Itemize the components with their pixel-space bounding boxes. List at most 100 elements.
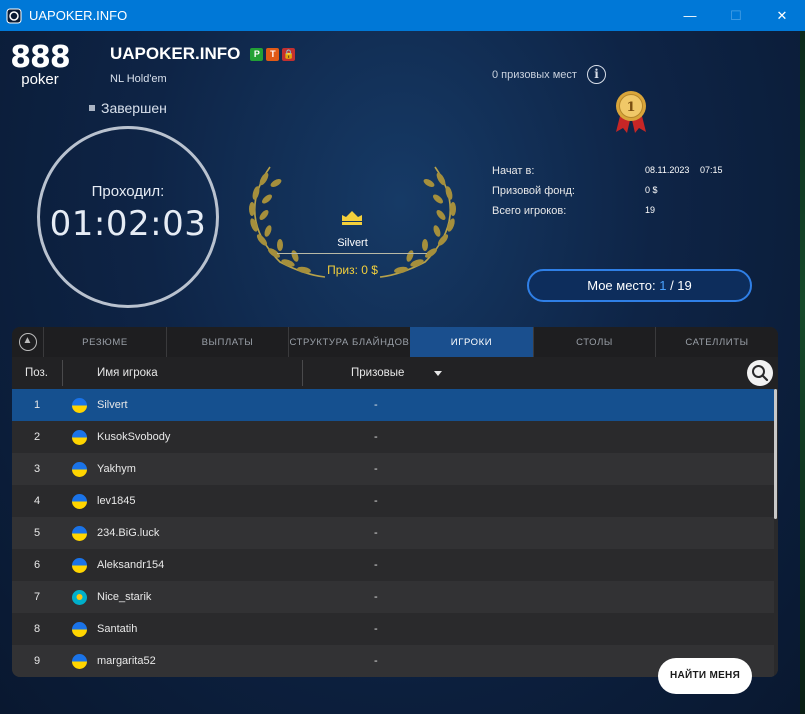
tournament-name: UAPOKER.INFO <box>110 44 241 63</box>
prize-places: 0 призовых мест <box>492 69 577 81</box>
header-player-name[interactable]: Имя игрока <box>97 367 158 379</box>
info-icon[interactable]: i <box>587 65 606 84</box>
find-me-button[interactable]: НАЙТИ МЕНЯ <box>658 658 752 694</box>
row-player-name: Silvert <box>97 399 128 411</box>
my-place-total: 19 <box>677 278 692 293</box>
ukraine-flag-icon <box>72 558 87 573</box>
first-place-medal-icon: 1 <box>616 91 646 133</box>
lock-badge-icon: 🔒 <box>282 47 296 61</box>
my-place-label: Мое место: <box>587 278 656 293</box>
table-row[interactable]: 8 Santatih - <box>12 613 774 645</box>
row-player-name: KusokSvobody <box>97 431 171 443</box>
table-row[interactable]: 1 Silvert - <box>12 389 774 421</box>
row-player-name: 234.BiG.luck <box>97 527 160 539</box>
tab-payouts[interactable]: ВЫПЛАТЫ <box>166 327 288 357</box>
clock-time: 01:02:03 <box>49 204 207 244</box>
row-player-name: Nice_starik <box>97 591 152 603</box>
ukraine-flag-icon <box>72 430 87 445</box>
close-button[interactable]: ✕ <box>759 0 805 31</box>
row-prize: - <box>374 559 378 571</box>
maximize-button[interactable]: ☐ <box>713 0 759 31</box>
status-square-icon <box>89 105 95 111</box>
888poker-logo: 888 poker <box>10 40 71 88</box>
tournament-stats: Начат в: 08.11.2023 07:15 Призовой фонд:… <box>492 165 742 225</box>
ukraine-flag-icon <box>72 622 87 637</box>
scrollbar[interactable] <box>774 389 778 677</box>
row-player-name: Yakhym <box>97 463 136 475</box>
table-row[interactable]: 6 Aleksandr154 - <box>12 549 774 581</box>
header-prize[interactable]: Призовые <box>351 367 404 379</box>
row-prize: - <box>374 463 378 475</box>
tab-satellites[interactable]: САТЕЛЛИТЫ <box>655 327 778 357</box>
started-time: 07:15 <box>700 165 723 175</box>
tab-players[interactable]: ИГРОКИ <box>410 327 533 357</box>
window-title: UAPOKER.INFO <box>29 8 128 23</box>
total-players-label: Всего игроков: <box>492 205 567 217</box>
row-position: 2 <box>33 431 41 443</box>
search-button[interactable] <box>747 360 773 386</box>
row-prize: - <box>374 495 378 507</box>
row-prize: - <box>374 591 378 603</box>
header-divider <box>302 360 303 386</box>
tab-summary[interactable]: РЕЗЮМЕ <box>43 327 166 357</box>
my-place-button[interactable]: Мое место: 1 / 19 <box>527 269 752 302</box>
tab-bar: ▲ РЕЗЮМЕ ВЫПЛАТЫ СТРУКТУРА БЛАЙНДОВ ИГРО… <box>12 327 778 357</box>
row-position: 8 <box>33 623 41 635</box>
minimize-button[interactable]: — <box>667 0 713 31</box>
collapse-button[interactable]: ▲ <box>12 327 43 357</box>
tab-tables[interactable]: СТОЛЫ <box>533 327 655 357</box>
row-player-name: margarita52 <box>97 655 156 667</box>
winner-block: Silvert Приз: 0 $ <box>240 157 465 282</box>
row-position: 7 <box>33 591 41 603</box>
row-prize: - <box>374 399 378 411</box>
tournament-lobby: 888 poker UAPOKER.INFO P T 🔒 NL Hold'em … <box>0 31 800 714</box>
chevron-up-icon: ▲ <box>18 333 37 351</box>
row-position: 4 <box>33 495 41 507</box>
row-prize: - <box>374 431 378 443</box>
started-label: Начат в: <box>492 165 535 177</box>
table-row[interactable]: 4 lev1845 - <box>12 485 774 517</box>
ukraine-flag-icon <box>72 526 87 541</box>
table-row[interactable]: 2 KusokSvobody - <box>12 421 774 453</box>
table-header: Поз. Имя игрока Призовые <box>12 357 778 389</box>
tournament-status: Завершен <box>89 100 167 116</box>
pko-badge-icon: P <box>250 47 264 61</box>
header-divider <box>62 360 63 386</box>
row-position: 6 <box>33 559 41 571</box>
sort-down-icon[interactable] <box>434 371 442 376</box>
ukraine-flag-icon <box>72 462 87 477</box>
medal-number: 1 <box>626 100 635 115</box>
winner-divider <box>277 253 427 254</box>
table-row[interactable]: 3 Yakhym - <box>12 453 774 485</box>
table-row[interactable]: 7 Nice_starik - <box>12 581 774 613</box>
row-player-name: Santatih <box>97 623 138 635</box>
scrollbar-thumb[interactable] <box>774 389 777 519</box>
ukraine-flag-icon <box>72 494 87 509</box>
row-player-name: Aleksandr154 <box>97 559 165 571</box>
prize-pool-value: 0 $ <box>645 185 658 195</box>
tab-blind-structure[interactable]: СТРУКТУРА БЛАЙНДОВ <box>288 327 410 357</box>
search-icon <box>752 365 769 382</box>
my-place-separator: / <box>666 278 678 293</box>
started-date: 08.11.2023 <box>645 165 690 175</box>
tournament-name-row: UAPOKER.INFO P T 🔒 <box>110 44 296 64</box>
kazakhstan-flag-icon <box>72 590 87 605</box>
winner-prize: Приз: 0 $ <box>327 263 378 277</box>
table-row[interactable]: 5 234.BiG.luck - <box>12 517 774 549</box>
row-position: 1 <box>33 399 41 411</box>
app-icon <box>6 8 22 23</box>
ukraine-flag-icon <box>72 398 87 413</box>
crown-icon <box>342 211 362 225</box>
game-type: NL Hold'em <box>110 73 167 85</box>
total-players-value: 19 <box>645 205 656 215</box>
background-edge <box>800 31 805 714</box>
clock-label: Проходил: <box>91 183 165 200</box>
status-text: Завершен <box>101 100 167 116</box>
duration-clock: Проходил: 01:02:03 <box>37 126 219 308</box>
row-position: 5 <box>33 527 41 539</box>
logo-888: 888 <box>10 40 71 75</box>
header-position[interactable]: Поз. <box>25 367 48 379</box>
turbo-badge-icon: T <box>266 47 280 61</box>
row-prize: - <box>374 655 378 667</box>
window-titlebar: UAPOKER.INFO — ☐ ✕ <box>0 0 805 31</box>
